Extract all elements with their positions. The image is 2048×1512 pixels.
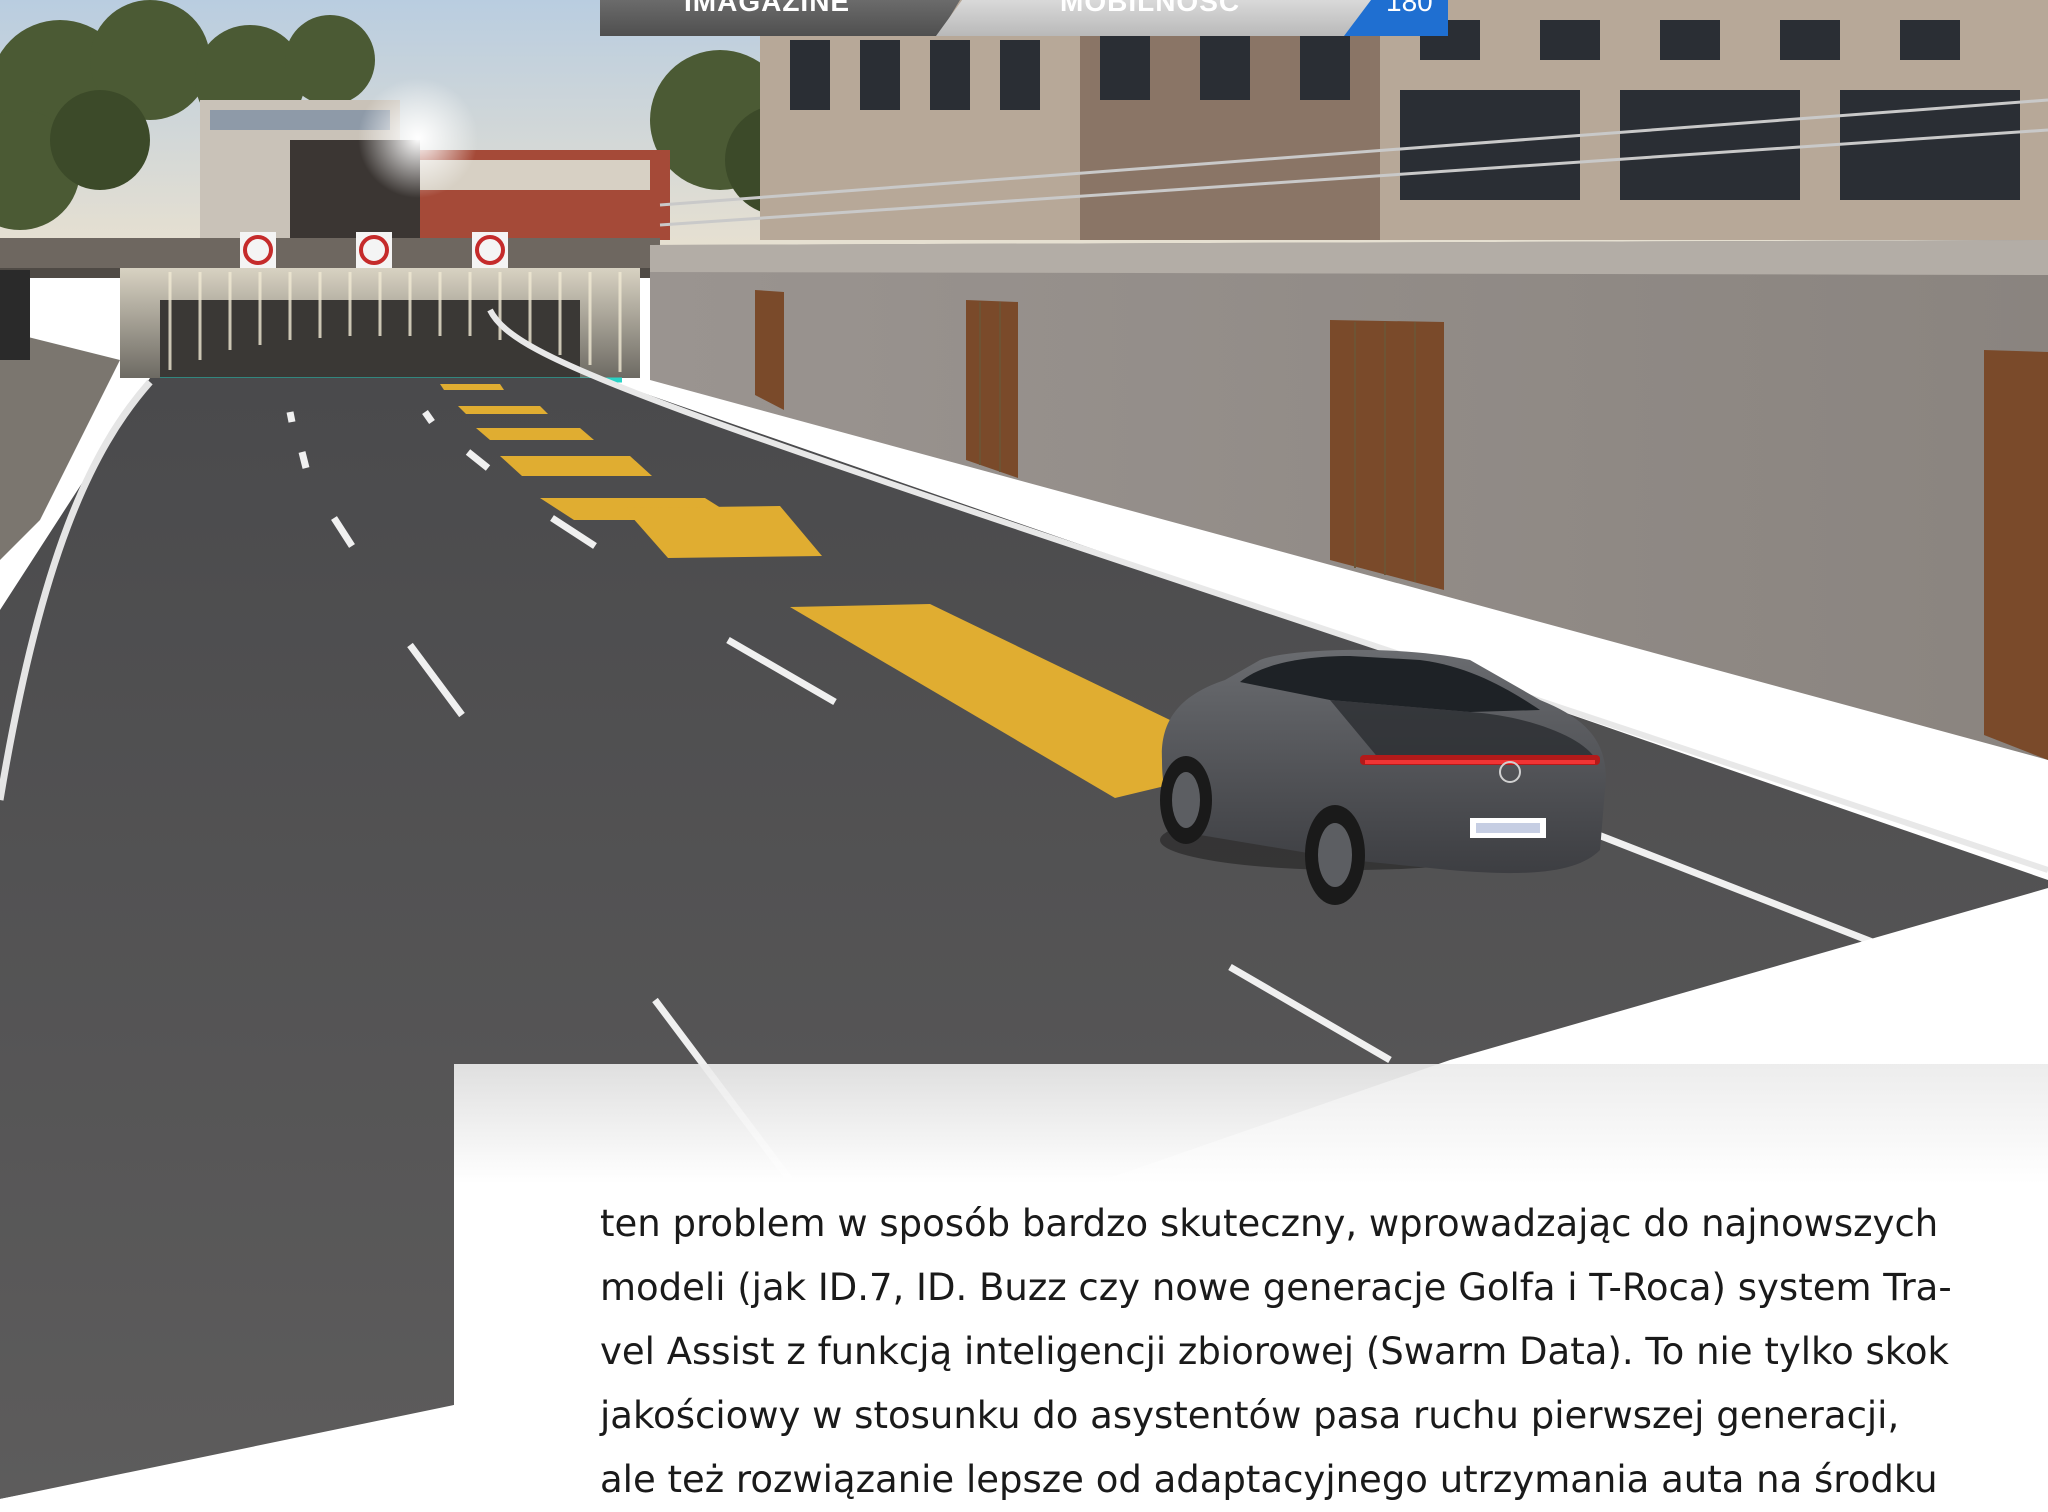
magazine-logo-tab[interactable]: IMAGAZINE: [600, 0, 960, 36]
article-line: jakościowy w stosunku do asystentów pasa…: [600, 1394, 1900, 1437]
article-line: vel Assist z funkcją inteligencji zbioro…: [600, 1330, 1949, 1373]
magazine-header: IMAGAZINE MOBILNOŚĆ 180: [600, 0, 1448, 36]
magazine-logo: IMAGAZINE: [684, 0, 851, 17]
article-body: ten problem w sposób bardzo skuteczny, w…: [600, 1192, 1952, 1512]
article-line: ten problem w sposób bardzo skuteczny, w…: [600, 1202, 1939, 1245]
section-tab[interactable]: MOBILNOŚĆ: [936, 0, 1372, 36]
article-line: modeli (jak ID.7, ID. Buzz czy nowe gene…: [600, 1266, 1952, 1309]
page-number: 180: [1386, 0, 1433, 17]
section-label: MOBILNOŚĆ: [1060, 0, 1241, 17]
article-line: ale też rozwiązanie lepsze od adaptacyjn…: [600, 1458, 1938, 1501]
